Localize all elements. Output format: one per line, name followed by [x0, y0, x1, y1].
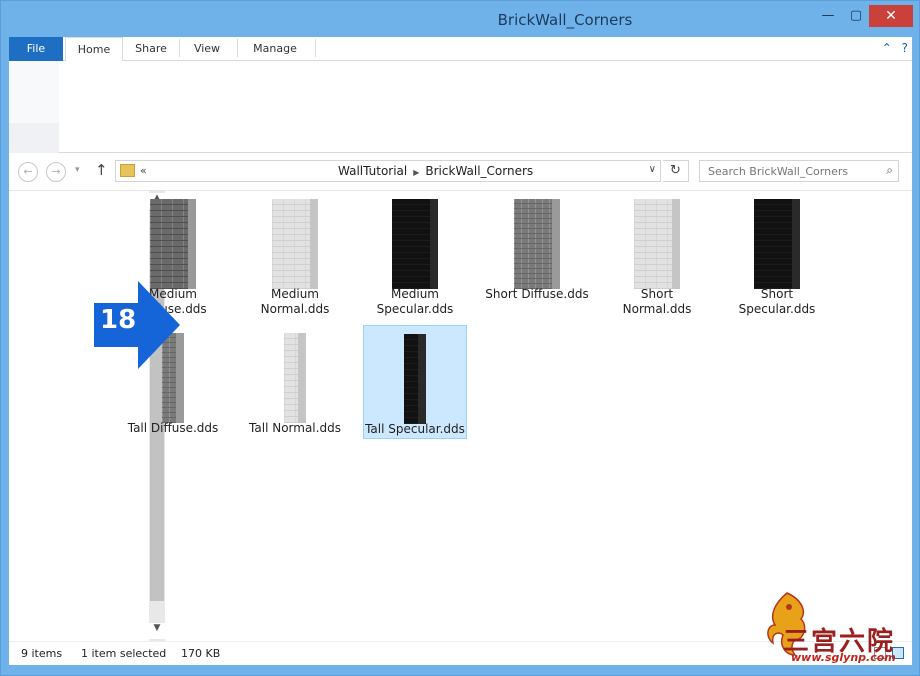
folder-icon [120, 164, 135, 177]
file-item[interactable]: Tall Specular.dds [363, 325, 467, 439]
address-bar[interactable]: « WallTutorial ▶ BrickWall_Corners ∨ [115, 160, 661, 182]
chevron-right-icon[interactable]: ▶ [413, 168, 419, 177]
tab-manage[interactable]: Manage [243, 37, 307, 61]
tab-separator [237, 39, 238, 57]
breadcrumb-walltutorial[interactable]: WallTutorial [338, 164, 407, 178]
tab-share[interactable]: Share [125, 37, 177, 61]
scroll-down-button[interactable]: ▼ [149, 623, 165, 639]
file-item[interactable]: Tall Normal.dds [243, 325, 347, 439]
back-button[interactable]: ← [18, 162, 38, 182]
search-input[interactable] [700, 161, 878, 181]
ribbon-tabs: File Home Share View Manage ⌃ ? [9, 37, 912, 62]
selection-count: 1 item selected [81, 647, 167, 660]
file-item[interactable]: Medium Normal.dds [243, 191, 347, 316]
refresh-button[interactable]: ↻ [663, 160, 689, 182]
file-name: Short Diffuse.dds [485, 287, 589, 301]
ribbon-pane [9, 61, 59, 123]
window-title: BrickWall_Corners [497, 11, 633, 29]
short-normal-thumbnail [634, 199, 680, 289]
tall-specular-thumbnail [404, 334, 426, 424]
search-box[interactable]: ⌕ [699, 160, 899, 182]
medium-diffuse-thumbnail [150, 199, 196, 289]
breadcrumb: WallTutorial ▶ BrickWall_Corners [338, 164, 533, 178]
search-icon[interactable]: ⌕ [886, 163, 893, 178]
file-name: Tall Diffuse.dds [127, 421, 219, 435]
file-item[interactable]: Short Specular.dds [725, 191, 829, 316]
file-name: Medium [391, 287, 439, 301]
tall-normal-thumbnail [284, 333, 306, 423]
ribbon-body [9, 61, 912, 153]
short-specular-thumbnail [754, 199, 800, 289]
tab-separator [179, 39, 180, 57]
file-item[interactable]: Short Normal.dds [605, 191, 709, 316]
recent-locations-icon[interactable]: ▾ [75, 165, 80, 175]
tab-home[interactable]: Home [65, 37, 123, 62]
minimize-button[interactable]: — [813, 5, 843, 27]
collapse-ribbon-icon[interactable]: ⌃ [882, 41, 892, 55]
file-name: Tall Specular.dds [365, 422, 465, 436]
short-diffuse-thumbnail [514, 199, 560, 289]
help-icon[interactable]: ? [902, 41, 908, 55]
selection-size: 170 KB [181, 647, 221, 660]
maximize-button[interactable]: ▢ [843, 5, 869, 27]
file-name: Medium [271, 287, 319, 301]
file-name: Short Normal.dds [622, 287, 692, 316]
tab-view[interactable]: View [181, 37, 233, 61]
title-bar[interactable]: BrickWall_Corners — ▢ ✕ [1, 1, 919, 37]
content-area: ▲ ▼ Medium Diffuse.dds Medium Normal.dds Med… [9, 191, 912, 641]
file-item[interactable]: Short Diffuse.dds [485, 191, 589, 305]
ribbon-pane-footer [9, 123, 59, 153]
item-count: 9 items [21, 647, 63, 660]
file-name: Tall Normal.dds [249, 421, 341, 435]
ribbon-controls: ⌃ ? [876, 41, 908, 55]
tab-separator [315, 39, 316, 57]
chevron-down-icon[interactable]: ∨ [649, 164, 656, 175]
tab-file[interactable]: File [9, 37, 63, 61]
breadcrumb-brickwall-corners[interactable]: BrickWall_Corners [425, 164, 533, 178]
explorer-window: BrickWall_Corners — ▢ ✕ File Home Share … [0, 0, 920, 676]
forward-button[interactable]: → [46, 162, 66, 182]
watermark-url: www.sglynp.com [791, 651, 896, 664]
breadcrumb-overflow[interactable]: « [140, 164, 147, 177]
medium-specular-thumbnail [392, 199, 438, 289]
close-button[interactable]: ✕ [869, 5, 913, 27]
file-name: Short [760, 287, 794, 301]
up-button[interactable]: ↑ [95, 161, 108, 179]
step-arrow-icon [94, 281, 180, 369]
navigation-bar: ← → ▾ ↑ « WallTutorial ▶ BrickWall_Corners… [9, 153, 912, 191]
file-name-line2: Specular.dds [738, 302, 816, 316]
file-item[interactable]: Medium Specular.dds [363, 191, 467, 316]
file-name-line2: Normal.dds [260, 302, 330, 316]
file-name-line2: Specular.dds [376, 302, 454, 316]
medium-normal-thumbnail [272, 199, 318, 289]
watermark-logo: 三宫六院 www.sglynp.com [761, 589, 919, 671]
